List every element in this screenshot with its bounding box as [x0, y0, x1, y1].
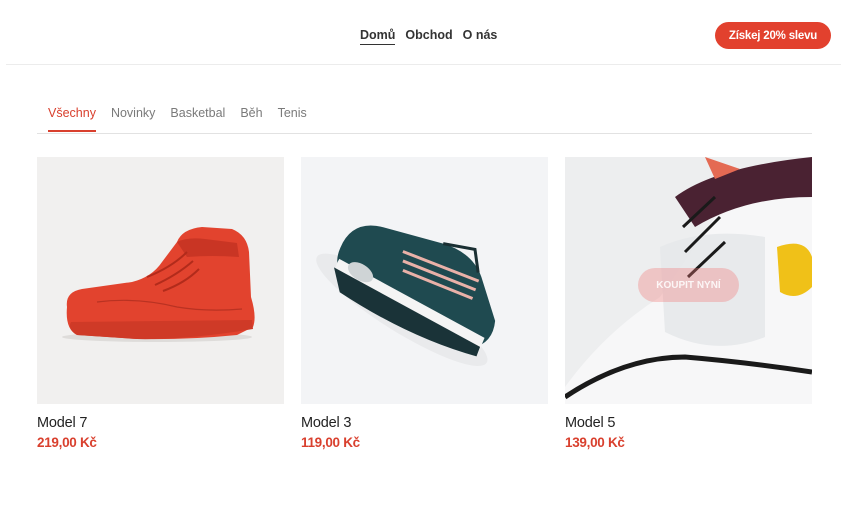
category-tabs: Všechny Novinky Basketbal Běh Tenis — [48, 106, 307, 132]
product-name[interactable]: Model 5 — [565, 415, 812, 431]
site-header: Domů Obchod O nás Získej 20% slevu — [0, 0, 847, 66]
tabs-divider — [37, 133, 812, 134]
product-name[interactable]: Model 3 — [301, 415, 548, 431]
product-name[interactable]: Model 7 — [37, 415, 284, 431]
product-card[interactable]: KOUPIT NYNÍ Model 5 139,00 Kč — [565, 157, 812, 450]
tab-all[interactable]: Všechny — [48, 106, 96, 132]
main-nav: Domů Obchod O nás — [360, 28, 497, 45]
product-image-red-sneaker[interactable] — [37, 157, 284, 404]
tab-running[interactable]: Běh — [240, 106, 262, 132]
product-price: 219,00 Kč — [37, 435, 97, 450]
product-card[interactable]: Model 7 219,00 Kč — [37, 157, 284, 450]
product-price: 119,00 Kč — [301, 435, 360, 450]
tab-tennis[interactable]: Tenis — [278, 106, 307, 132]
teal-sneaker-image — [316, 225, 496, 366]
tab-basketball[interactable]: Basketbal — [170, 106, 225, 132]
header-divider — [6, 64, 841, 65]
page: Domů Obchod O nás Získej 20% slevu Všech… — [0, 0, 847, 519]
nav-about-link[interactable]: O nás — [463, 28, 498, 45]
product-price: 139,00 Kč — [565, 435, 625, 450]
tab-new[interactable]: Novinky — [111, 106, 155, 132]
discount-button[interactable]: Získej 20% slevu — [715, 22, 831, 49]
buy-now-overlay[interactable]: KOUPIT NYNÍ — [638, 268, 739, 302]
product-image-teal-sneaker[interactable] — [301, 157, 548, 404]
product-card[interactable]: Model 3 119,00 Kč — [301, 157, 548, 450]
nav-home-link[interactable]: Domů — [360, 28, 396, 45]
product-image-white-sneaker[interactable]: KOUPIT NYNÍ — [565, 157, 812, 404]
nav-shop-link[interactable]: Obchod — [405, 28, 452, 45]
red-sneaker-image — [62, 227, 255, 342]
